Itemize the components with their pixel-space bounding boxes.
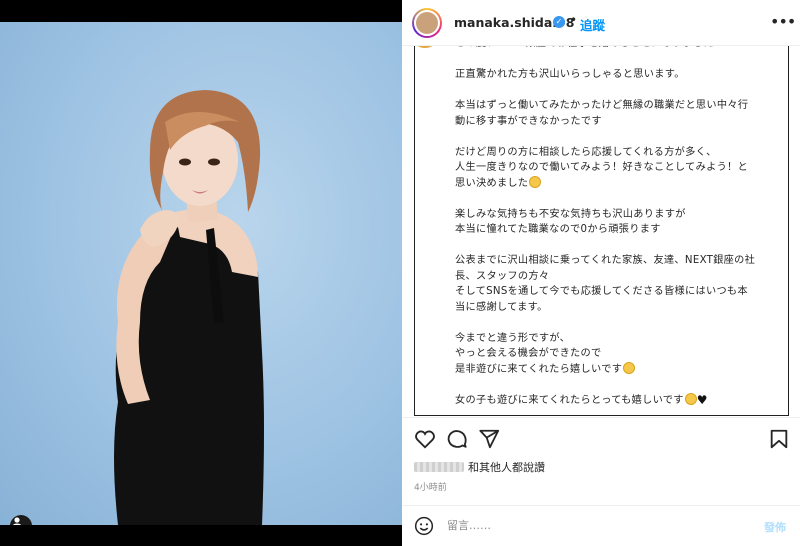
caption-line-text: そしてSNSを通して今でも応援してくださる皆様にはいつも本 <box>455 286 748 297</box>
caption-gap <box>455 52 785 68</box>
caption-line: 是非遊びに来てくれたら嬉しいです <box>455 361 785 378</box>
smile-emoji-icon <box>529 175 542 188</box>
caption-line: 楽しみな気持ちも不安な気持ちも沢山ありますが <box>455 207 785 223</box>
caption-line-text: だけど周りの方に相談したら応援してくれる方が多く、 <box>455 146 717 158</box>
emoji-icon[interactable] <box>414 516 434 536</box>
follow-button[interactable]: 追蹤 <box>580 15 605 34</box>
caption-line: 正直驚かれた方も沢山いらっしゃると思います。 <box>455 67 785 83</box>
caption-line-text: 女の子も遊びに来てくれたらとっても嬉しいです <box>455 394 684 406</box>
post-header: manaka.shida.98 ✓ • 追蹤 ••• <box>402 0 800 46</box>
user-tag-icon <box>12 517 22 525</box>
blurred-liker-name <box>414 462 464 472</box>
caption-line: 思い決めました <box>455 175 785 192</box>
post-timestamp[interactable]: 4小時前 <box>414 480 447 493</box>
separator-dot: • <box>570 13 578 27</box>
caption-gap <box>455 238 785 254</box>
caption-line-text: やっと会える機会ができたので <box>455 348 602 359</box>
heart-icon[interactable] <box>414 428 436 450</box>
instagram-post-window: manaka.shida.98 ✓ • 追蹤 ••• この度、NEXT銀座でお仕… <box>0 0 800 546</box>
caption-line-text: 楽しみな気持ちも不安な気持ちも沢山ありますが <box>455 208 686 220</box>
caption-line: 女の子も遊びに来てくれたらとっても嬉しいです ♥ <box>455 392 785 409</box>
caption-gap <box>455 129 785 145</box>
likes-text: 和其他人都說讚 <box>468 461 545 474</box>
caption-line-text: 今までと違う形ですが、 <box>455 332 571 344</box>
caption-text: この度、NEXT銀座でお仕事を始めることになりました！ 正直驚かれた方も沢山いらっ… <box>455 46 785 408</box>
caption-line: 人生一度きりなので働いてみよう！好きなことしてみよう！と <box>455 160 785 176</box>
caption-line-text: 本当はずっと働いてみたかったけど無縁の職業だと思い中々行 <box>455 100 749 111</box>
caption-line-text: この度、NEXT銀座でお仕事を始めることになりました！ <box>455 46 725 49</box>
verified-icon: ✓ <box>553 16 565 28</box>
caption-area: この度、NEXT銀座でお仕事を始めることになりました！ 正直驚かれた方も沢山いらっ… <box>402 46 800 416</box>
caption-line: 当に感謝してます。 <box>455 300 785 316</box>
caption-line: やっと会える機会ができたので <box>455 346 785 362</box>
caption-gap <box>455 191 785 207</box>
post-comment-button[interactable]: 發佈 <box>764 519 786 535</box>
caption-line: 今までと違う形ですが、 <box>455 331 785 347</box>
caption-line: 長、スタッフの方々 <box>455 269 785 285</box>
caption-line: 本当に憧れてた職業なので0から頑張ります <box>455 222 785 238</box>
caption-line: だけど周りの方に相談したら応援してくれる方が多く、 <box>455 145 785 161</box>
smile-emoji-icon <box>684 392 697 405</box>
caption-line: 公表までに沢山相談に乗ってくれた家族、友達、NEXT銀座の社 <box>455 253 785 269</box>
caption-highlight-box: この度、NEXT銀座でお仕事を始めることになりました！ 正直驚かれた方も沢山いらっ… <box>411 46 789 416</box>
caption-line-text: 本当に憧れてた職業なので0から頑張ります <box>455 224 661 235</box>
photo-illustration <box>114 90 264 525</box>
bookmark-icon[interactable] <box>768 428 790 450</box>
comment-bar: 發佈 <box>402 505 800 546</box>
caption-gap <box>455 377 785 393</box>
caption-line-text: 是非遊びに来てくれたら嬉しいです <box>455 363 623 375</box>
caption-line-text: 公表までに沢山相談に乗ってくれた家族、友達、NEXT銀座の社 <box>455 255 756 266</box>
smile-emoji-icon <box>623 361 636 374</box>
caption-line-text: 人生一度きりなので働いてみよう！好きなことしてみよう！と <box>455 162 749 173</box>
share-icon[interactable] <box>478 428 500 450</box>
post-details-panel: manaka.shida.98 ✓ • 追蹤 ••• この度、NEXT銀座でお仕… <box>402 0 800 546</box>
avatar[interactable] <box>412 8 442 38</box>
comment-input[interactable] <box>447 515 747 535</box>
action-bar <box>402 417 800 457</box>
caption-line: 動に移す事ができなかったです <box>455 114 785 130</box>
caption-line-text: 当に感謝してます。 <box>455 301 548 313</box>
comment-icon[interactable] <box>446 428 468 450</box>
caption-line: そしてSNSを通して今でも応援してくださる皆様にはいつも本 <box>455 284 785 300</box>
caption-line-text: 動に移す事ができなかったです <box>455 115 602 127</box>
photo-panel <box>0 0 402 546</box>
black-heart-emoji-icon: ♥ <box>696 392 708 407</box>
caption-avatar <box>411 46 439 48</box>
caption-gap <box>455 315 785 331</box>
post-photo[interactable] <box>0 22 402 525</box>
caption-line: 本当はずっと働いてみたかったけど無縁の職業だと思い中々行 <box>455 98 785 114</box>
caption-gap <box>455 83 785 99</box>
caption-line-text: 正直驚かれた方も沢山いらっしゃると思います。 <box>455 69 685 80</box>
caption-line-text: 思い決めました <box>455 177 529 189</box>
likes-summary[interactable]: 和其他人都說讚 <box>414 459 545 475</box>
more-icon[interactable]: ••• <box>770 12 796 31</box>
caption-line-text: 長、スタッフの方々 <box>455 270 550 282</box>
